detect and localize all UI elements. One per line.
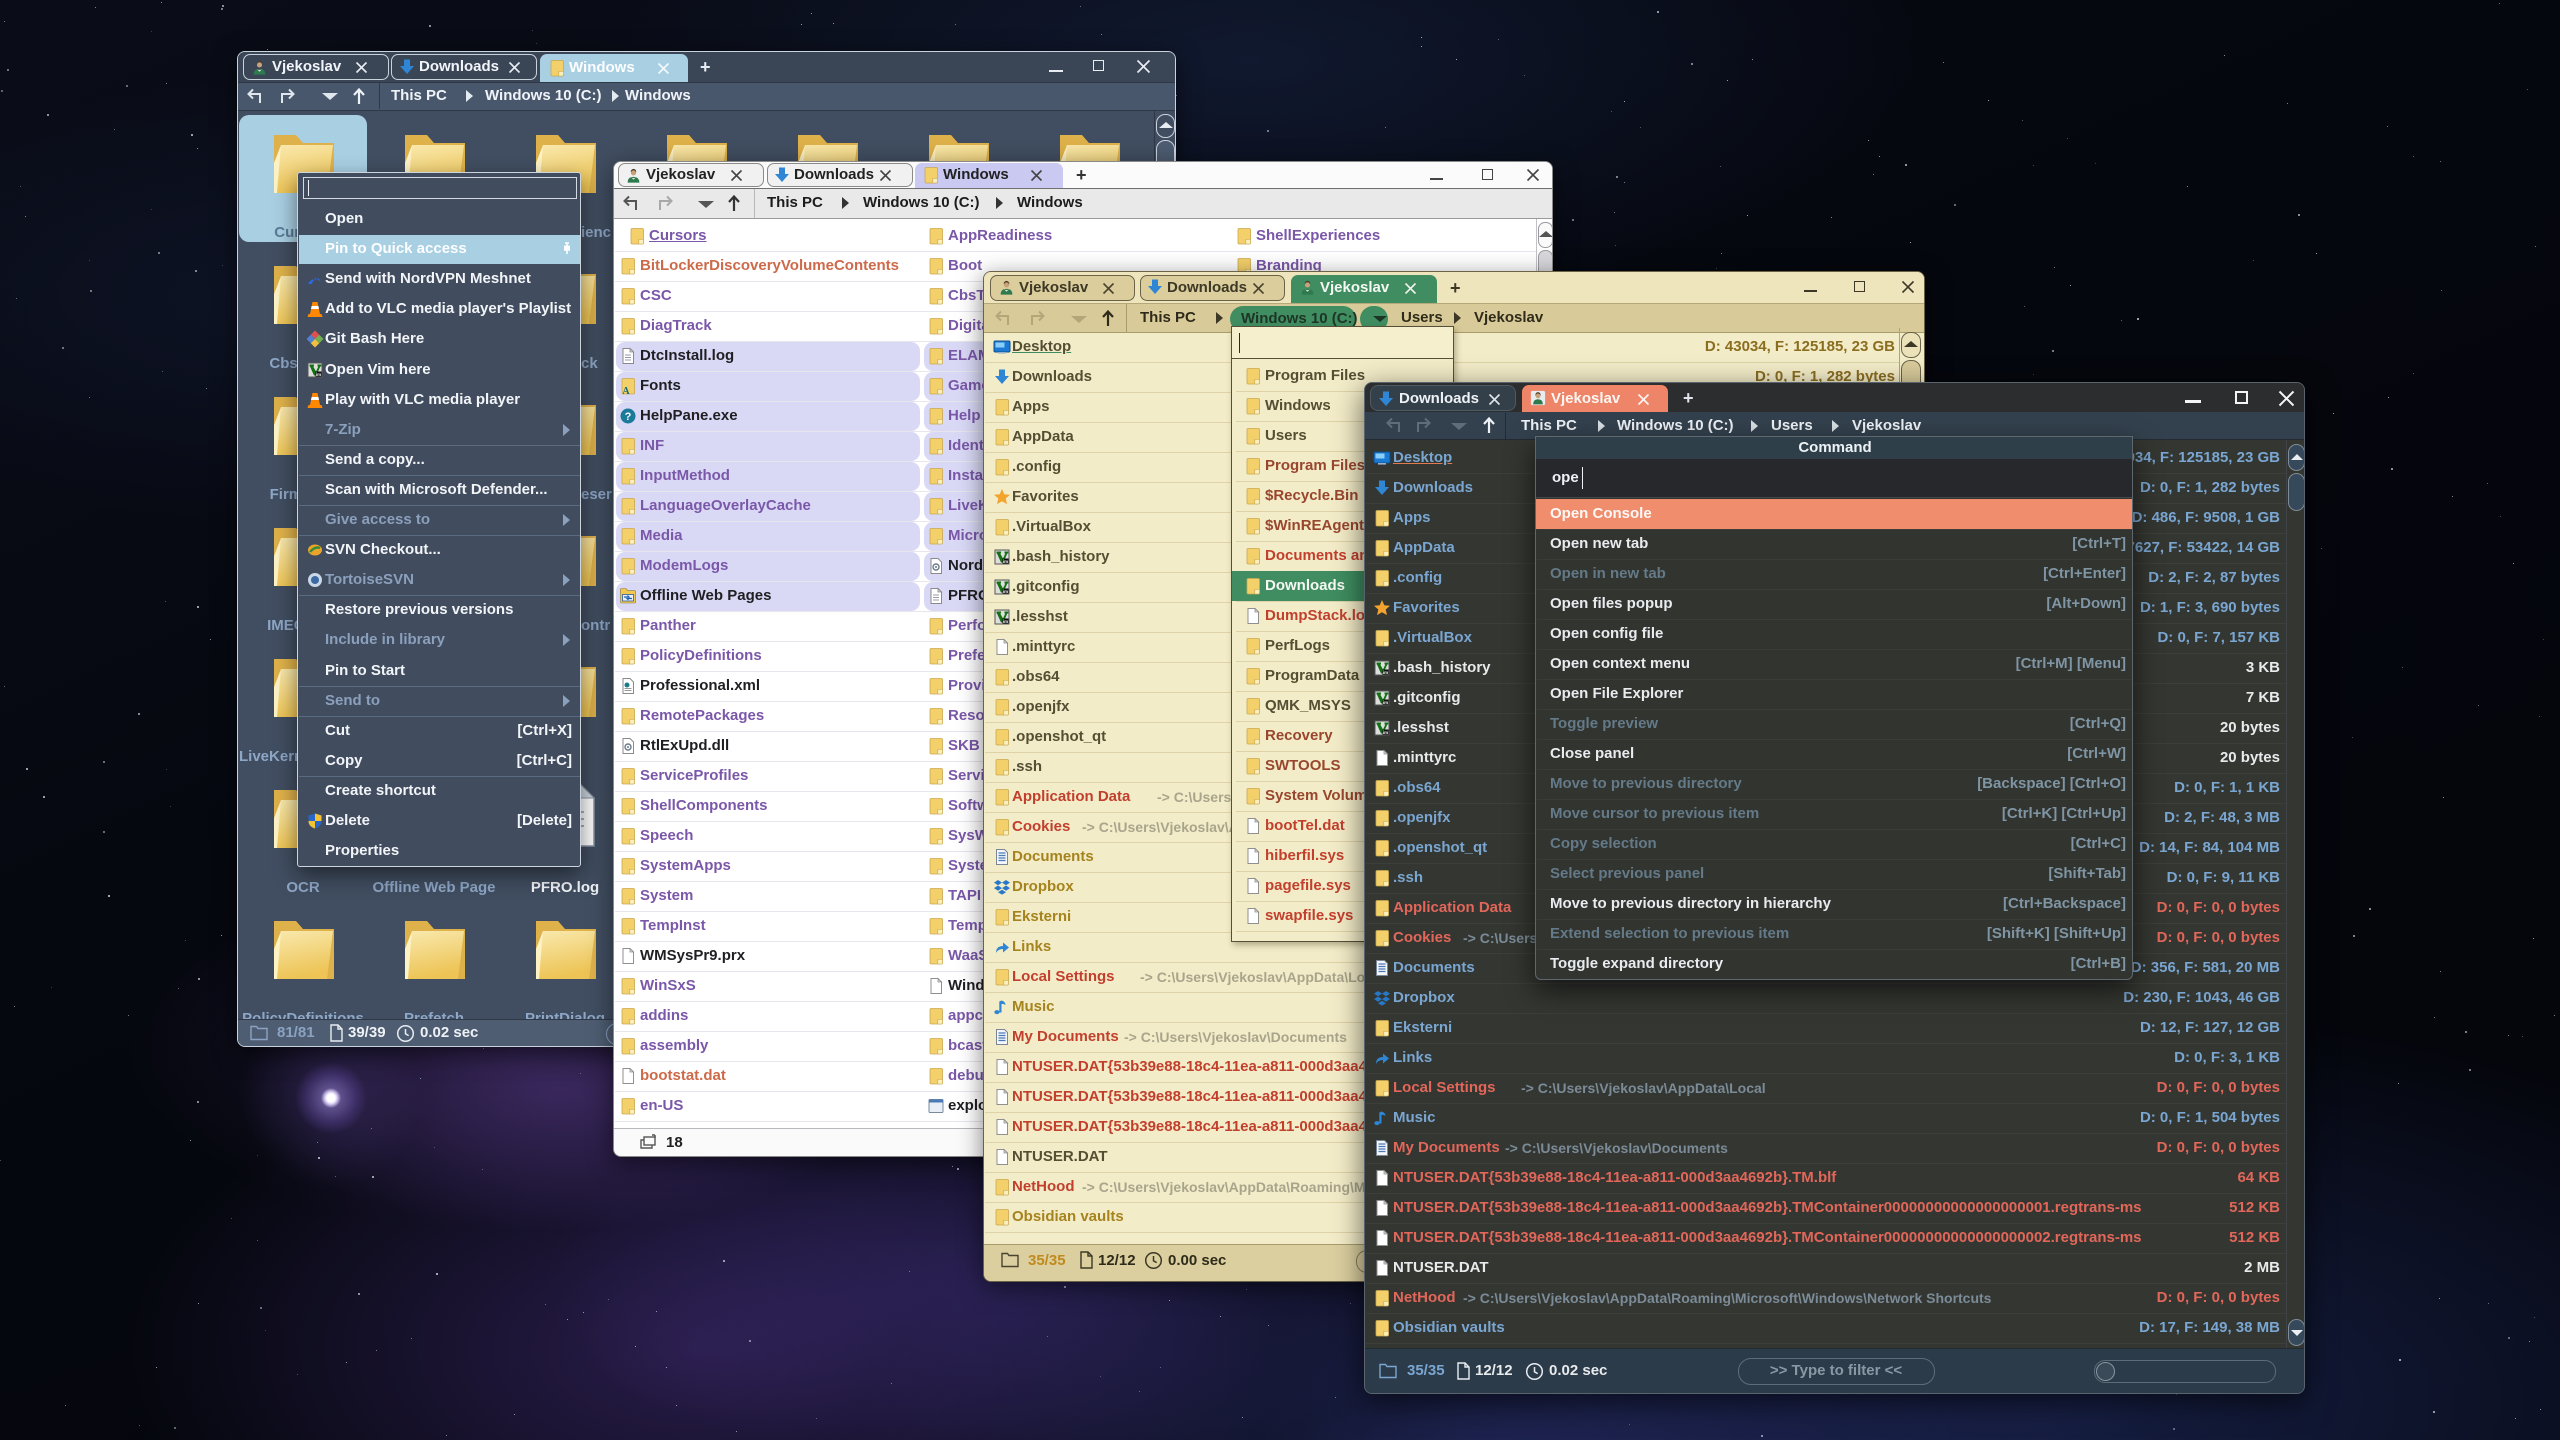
svg-text:im: im — [1003, 559, 1008, 564]
svg-text:im: im — [1003, 589, 1008, 594]
svg-text:im: im — [1383, 730, 1388, 735]
svg-text:im: im — [1003, 619, 1008, 624]
svg-text:im: im — [1383, 700, 1388, 705]
svg-text:im: im — [316, 372, 321, 377]
svg-text:?: ? — [625, 411, 632, 423]
svg-text:A: A — [622, 386, 630, 395]
svg-text:im: im — [1383, 670, 1388, 675]
